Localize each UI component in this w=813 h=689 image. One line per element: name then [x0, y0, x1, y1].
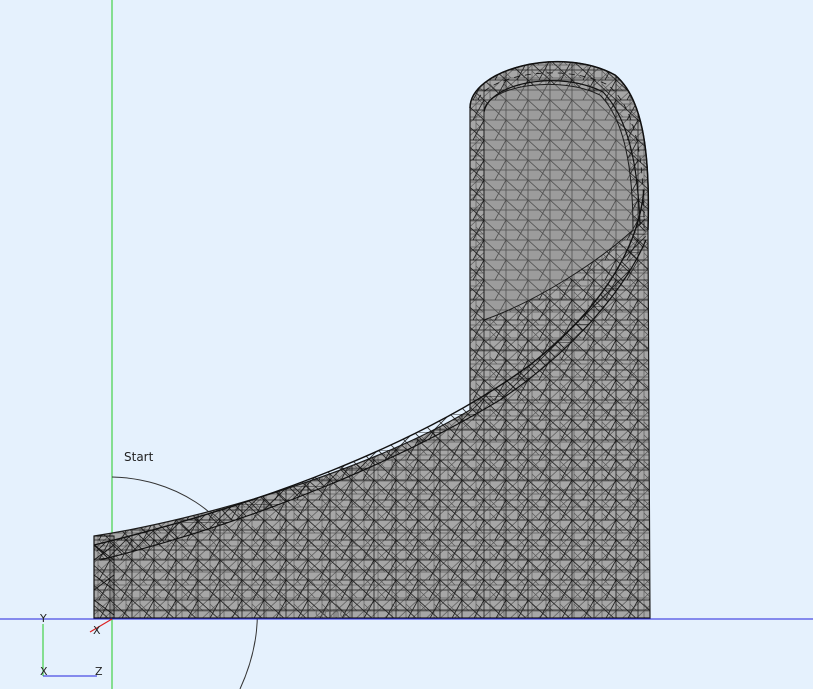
viewport-canvas[interactable]: Start Ortho X Y X Z — [0, 0, 813, 689]
origin-axis-label: X — [93, 624, 101, 637]
triad-z-label: Z — [95, 665, 103, 678]
origin-marker[interactable]: X — [89, 618, 113, 637]
axis-triad: Y X Z — [39, 612, 103, 678]
triad-y-label: Y — [39, 612, 47, 625]
triad-x-label: X — [40, 665, 48, 678]
3d-viewport[interactable]: Start Ortho X Y X Z — [0, 0, 813, 689]
start-label: Start — [124, 450, 154, 464]
faint-overlay-text: Ortho — [315, 607, 346, 620]
